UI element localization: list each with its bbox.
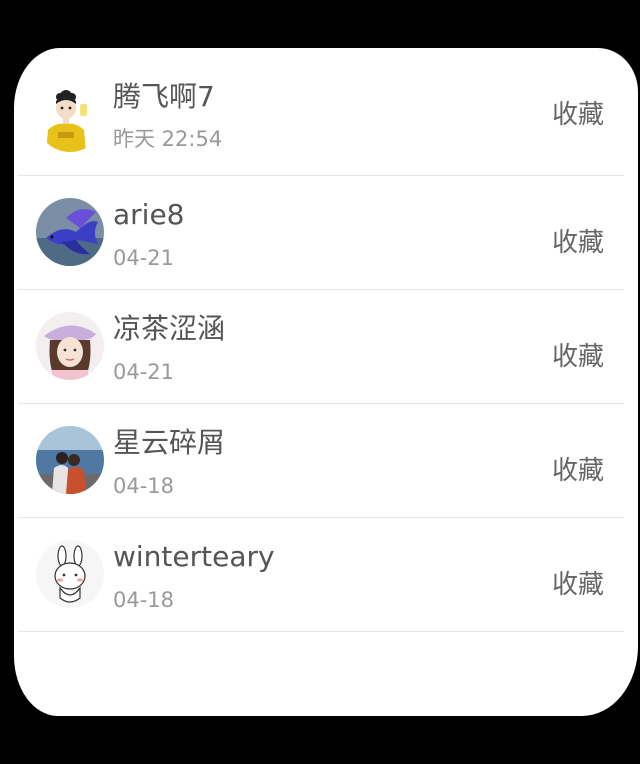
cartoon-girl-avatar-icon <box>36 84 104 152</box>
avatar[interactable] <box>36 426 104 494</box>
avatar[interactable] <box>36 198 104 266</box>
betta-fish-avatar-icon <box>36 198 104 266</box>
favorites-list-panel: 腾飞啊7 昨天 22:54 收藏 arie8 04-21 收藏 凉茶涩涵 04-… <box>14 48 638 716</box>
favorite-action-label[interactable]: 收藏 <box>552 228 604 258</box>
favorite-action-label[interactable]: 收藏 <box>552 456 604 486</box>
girl-beret-avatar-icon <box>36 312 104 380</box>
avatar[interactable] <box>36 540 104 608</box>
contact-name: 星云碎屑 <box>113 426 226 459</box>
contact-name: 腾飞啊7 <box>113 80 215 113</box>
contact-name: winterteary <box>113 540 275 573</box>
row-divider <box>18 631 624 632</box>
contact-date: 04-21 <box>113 360 175 384</box>
contact-date: 昨天 22:54 <box>113 127 223 151</box>
favorite-action-label[interactable]: 收藏 <box>552 570 604 600</box>
list-item[interactable]: 凉茶涩涵 04-21 收藏 <box>14 290 638 404</box>
list-item[interactable]: arie8 04-21 收藏 <box>14 176 638 290</box>
rabbit-avatar-icon <box>36 540 104 608</box>
list-item[interactable]: winterteary 04-18 收藏 <box>14 518 638 632</box>
favorite-action-label[interactable]: 收藏 <box>552 342 604 372</box>
avatar[interactable] <box>36 312 104 380</box>
contact-name: arie8 <box>113 198 185 231</box>
contact-date: 04-18 <box>113 588 175 612</box>
avatar[interactable] <box>36 84 104 152</box>
favorite-action-label[interactable]: 收藏 <box>552 100 604 130</box>
contact-name: 凉茶涩涵 <box>113 312 226 345</box>
couple-seaside-avatar-icon <box>36 426 104 494</box>
contact-date: 04-18 <box>113 474 175 498</box>
list-item[interactable]: 星云碎屑 04-18 收藏 <box>14 404 638 518</box>
contact-date: 04-21 <box>113 246 175 270</box>
list-item[interactable]: 腾飞啊7 昨天 22:54 收藏 <box>14 60 638 176</box>
